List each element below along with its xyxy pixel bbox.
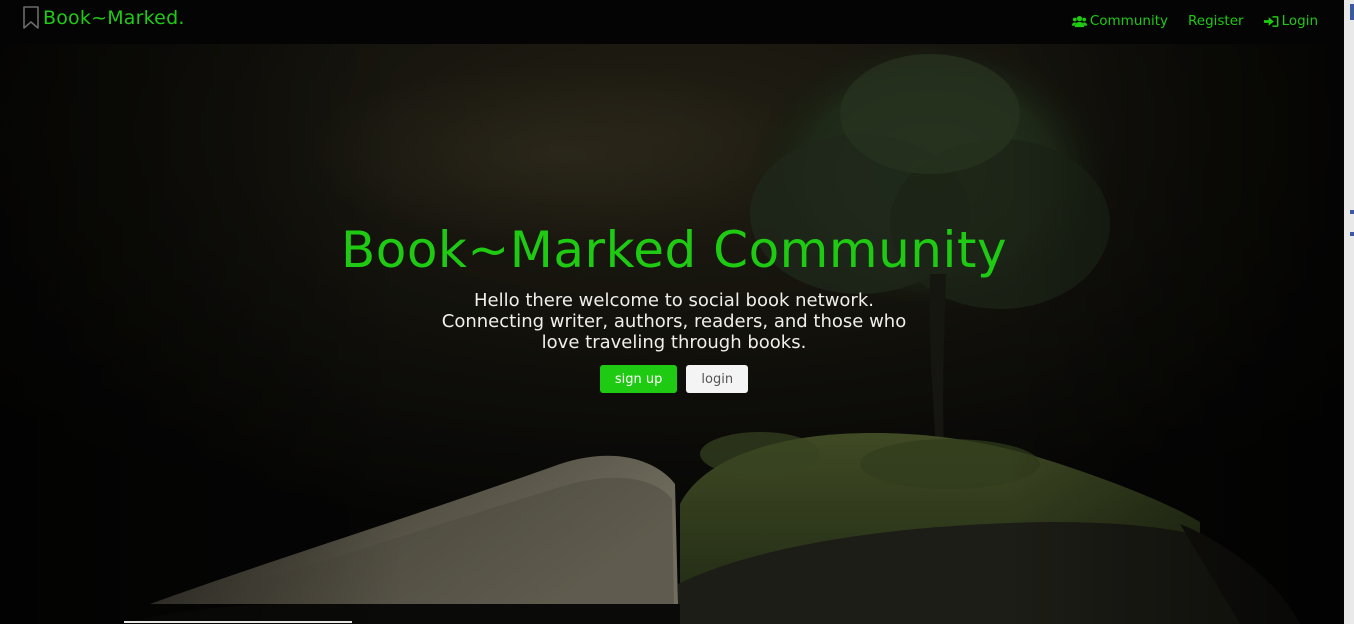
signup-button[interactable]: sign up — [599, 365, 678, 393]
navbar: Book~Marked. Community Register Login — [0, 0, 1344, 44]
hero-buttons: sign up login — [0, 365, 1344, 393]
nav-community-label: Community — [1089, 13, 1168, 29]
nav-register-label: Register — [1187, 13, 1244, 29]
brand-name: Book~Marked. — [43, 7, 185, 29]
sign-in-icon — [1263, 15, 1279, 27]
nav-links: Community Register Login — [1052, 13, 1318, 29]
window-edge — [1344, 0, 1354, 624]
nav-login-link[interactable]: Login — [1263, 13, 1318, 29]
edge-marker — [1350, 4, 1354, 20]
nav-register-link[interactable]: Register — [1188, 13, 1244, 29]
edge-marker — [1350, 210, 1354, 214]
edge-marker — [1350, 232, 1354, 236]
hero-content: Book~Marked Community Hello there welcom… — [0, 214, 1344, 393]
brand-link[interactable]: Book~Marked. — [22, 6, 185, 30]
users-icon — [1071, 15, 1087, 27]
hero-title: Book~Marked Community — [340, 221, 1008, 279]
scrollbar-indicator — [124, 621, 352, 623]
nav-community-link[interactable]: Community — [1071, 13, 1168, 29]
page: Book~Marked. Community Register Login Bo… — [0, 0, 1354, 624]
nav-login-label: Login — [1281, 13, 1318, 29]
bookmark-icon — [23, 6, 39, 29]
hero-section: Book~Marked Community Hello there welcom… — [0, 44, 1344, 624]
hero-description: Hello there welcome to social book netwo… — [441, 290, 907, 353]
login-button[interactable]: login — [686, 365, 749, 393]
